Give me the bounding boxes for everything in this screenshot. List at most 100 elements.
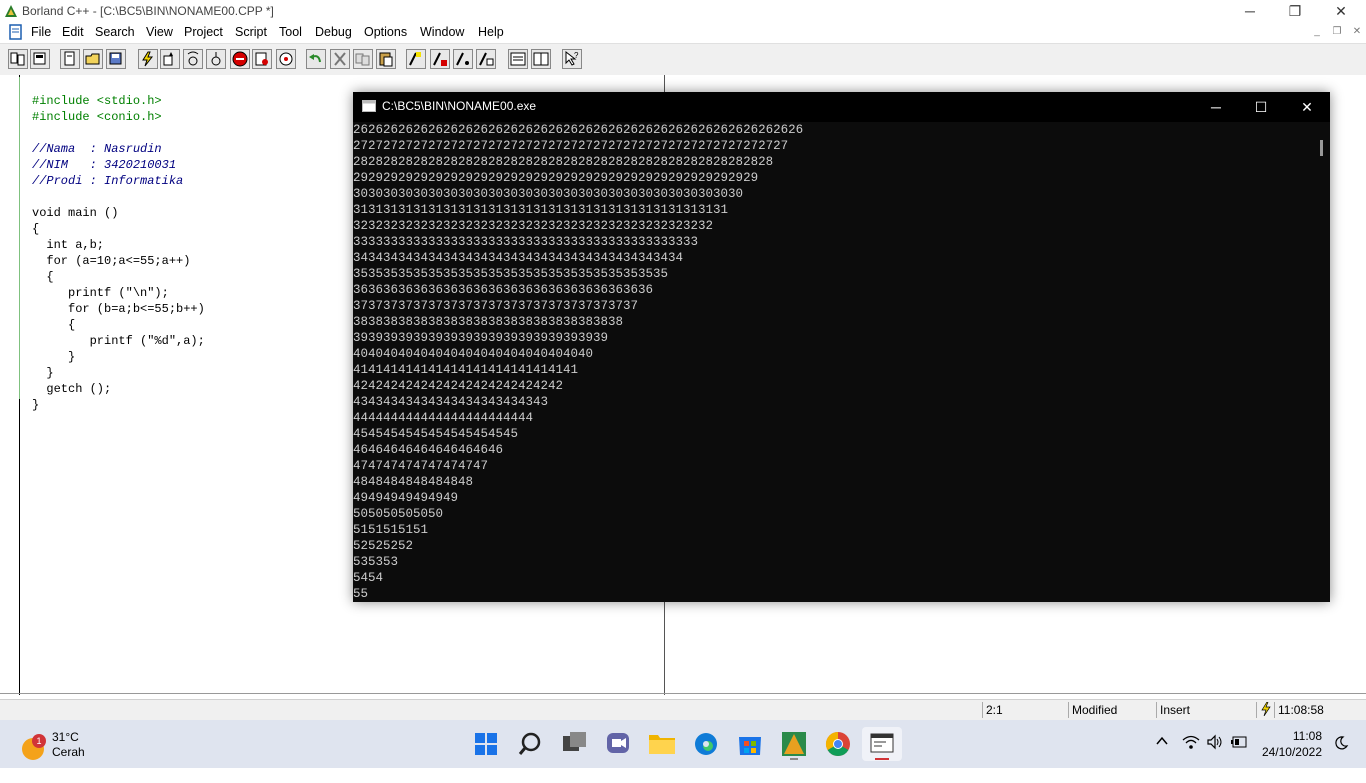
teams-chat-icon[interactable] — [598, 727, 638, 761]
console-line: 2626262626262626262626262626262626262626… — [353, 123, 804, 137]
console-maximize-button[interactable]: ☐ — [1238, 92, 1284, 122]
borland-app-icon[interactable] — [3, 3, 19, 19]
trace-into-icon[interactable] — [206, 49, 226, 69]
system-clock[interactable]: 11:08 24/10/2022 — [1252, 728, 1322, 760]
menu-search[interactable]: Search — [95, 25, 135, 39]
code-line: for (a=10;a<=55;a++) — [32, 254, 191, 268]
volume-icon[interactable] — [1206, 734, 1224, 782]
stop-icon[interactable] — [230, 49, 250, 69]
console-scrollbar[interactable] — [1313, 122, 1330, 602]
open-file-icon[interactable] — [83, 49, 103, 69]
mdi-restore-button[interactable]: ❐ — [1330, 25, 1344, 39]
menu-help[interactable]: Help — [478, 25, 504, 39]
minimize-button[interactable]: ─ — [1227, 0, 1273, 22]
console-line: 2828282828282828282828282828282828282828… — [353, 155, 774, 169]
console-line: 3333333333333333333333333333333333333333… — [353, 235, 699, 249]
code-line: //Nama : Nasrudin — [32, 142, 162, 156]
cut-icon[interactable] — [330, 49, 350, 69]
code-line: } — [32, 398, 40, 412]
edge-browser-icon[interactable] — [686, 727, 726, 761]
watch-icon[interactable] — [276, 49, 296, 69]
menu-options[interactable]: Options — [364, 25, 407, 39]
task-view-icon[interactable] — [554, 727, 594, 761]
code-line: void main () — [32, 206, 119, 220]
code-line: int a,b; — [32, 238, 105, 252]
new-file-icon[interactable] — [60, 49, 80, 69]
code-line: } — [32, 350, 76, 364]
make-lightning-icon[interactable] — [138, 49, 158, 69]
context-help-icon[interactable]: ? — [562, 49, 582, 69]
menu-tool[interactable]: Tool — [279, 25, 302, 39]
chevron-up-icon[interactable] — [1155, 734, 1169, 782]
menu-project[interactable]: Project — [184, 25, 223, 39]
notification-badge: 1 — [32, 734, 46, 748]
mdi-minimize-button[interactable]: _ — [1310, 25, 1324, 39]
console-close-button[interactable]: ✕ — [1284, 92, 1330, 122]
chrome-browser-icon[interactable] — [818, 727, 858, 761]
console-line: 4545454545454545454545 — [353, 427, 519, 441]
menu-debug[interactable]: Debug — [315, 25, 352, 39]
close-button[interactable]: ✕ — [1318, 0, 1364, 22]
menu-script[interactable]: Script — [235, 25, 267, 39]
project-window-icon[interactable] — [531, 49, 551, 69]
search-again-icon[interactable] — [453, 49, 473, 69]
build-icon[interactable] — [160, 49, 180, 69]
save-project-icon[interactable] — [30, 49, 50, 69]
code-line: getch (); — [32, 382, 112, 396]
copy-icon[interactable] — [353, 49, 373, 69]
console-titlebar[interactable]: C:\BC5\BIN\NONAME00.exe ─ ☐ ✕ — [353, 92, 1330, 122]
message-window-icon[interactable] — [508, 49, 528, 69]
taskbar: 1 31°C Cerah 11:08 24/10/2022 — [0, 720, 1366, 768]
console-line: 474747474747474747 — [353, 459, 489, 473]
console-icon — [362, 100, 376, 112]
source-code[interactable]: #include <stdio.h> #include <conio.h> //N… — [32, 77, 205, 445]
weather-widget[interactable]: 1 31°C Cerah — [20, 728, 120, 762]
console-line: 5151515151 — [353, 523, 429, 537]
console-taskbar-icon[interactable] — [862, 727, 902, 761]
browse-symbol-icon[interactable] — [476, 49, 496, 69]
insert-mode-status: Insert — [1156, 702, 1256, 718]
console-scroll-thumb[interactable] — [1320, 140, 1323, 156]
debug-run-icon[interactable] — [252, 49, 272, 69]
console-line: 535353 — [353, 555, 399, 569]
console-window[interactable]: C:\BC5\BIN\NONAME00.exe ─ ☐ ✕ 2626262626… — [353, 92, 1330, 602]
menu-file[interactable]: File — [31, 25, 51, 39]
modified-lines-marker — [19, 77, 20, 399]
console-line: 5454 — [353, 571, 384, 585]
console-line: 52525252 — [353, 539, 414, 553]
console-minimize-button[interactable]: ─ — [1193, 92, 1239, 122]
notification-moon-icon[interactable] — [1333, 735, 1349, 783]
battery-icon[interactable] — [1230, 734, 1248, 782]
microsoft-store-icon[interactable] — [730, 727, 770, 761]
console-line: 505050505050 — [353, 507, 444, 521]
window-title: Borland C++ - [C:\BC5\BIN\NONAME00.CPP *… — [22, 4, 274, 18]
save-file-icon[interactable] — [106, 49, 126, 69]
code-line: printf ("\n"); — [32, 286, 169, 300]
borland-taskbar-icon[interactable] — [774, 727, 814, 761]
weather-condition: Cerah — [52, 745, 85, 759]
console-line: 55 — [353, 587, 369, 601]
search-icon[interactable] — [406, 49, 426, 69]
search-replace-icon[interactable] — [430, 49, 450, 69]
restore-button[interactable]: ❐ — [1272, 0, 1318, 22]
file-explorer-icon[interactable] — [642, 727, 682, 761]
start-icon[interactable] — [466, 727, 506, 761]
console-output[interactable]: 2626262626262626262626262626262626262626… — [353, 122, 1313, 602]
menu-view[interactable]: View — [146, 25, 173, 39]
undo-icon[interactable] — [306, 49, 326, 69]
search-taskbar-icon[interactable] — [510, 727, 550, 761]
open-project-icon[interactable] — [8, 49, 28, 69]
document-icon[interactable] — [8, 24, 24, 40]
console-line: 383838383838383838383838383838383838 — [353, 315, 624, 329]
code-line: } — [32, 366, 54, 380]
wifi-icon[interactable] — [1182, 734, 1200, 782]
menu-edit[interactable]: Edit — [62, 25, 84, 39]
console-line: 3636363636363636363636363636363636363636 — [353, 283, 654, 297]
step-over-icon[interactable] — [183, 49, 203, 69]
mdi-close-button[interactable]: ✕ — [1350, 25, 1364, 39]
menu-window[interactable]: Window — [420, 25, 464, 39]
paste-icon[interactable] — [376, 49, 396, 69]
console-title: C:\BC5\BIN\NONAME00.exe — [382, 99, 537, 113]
